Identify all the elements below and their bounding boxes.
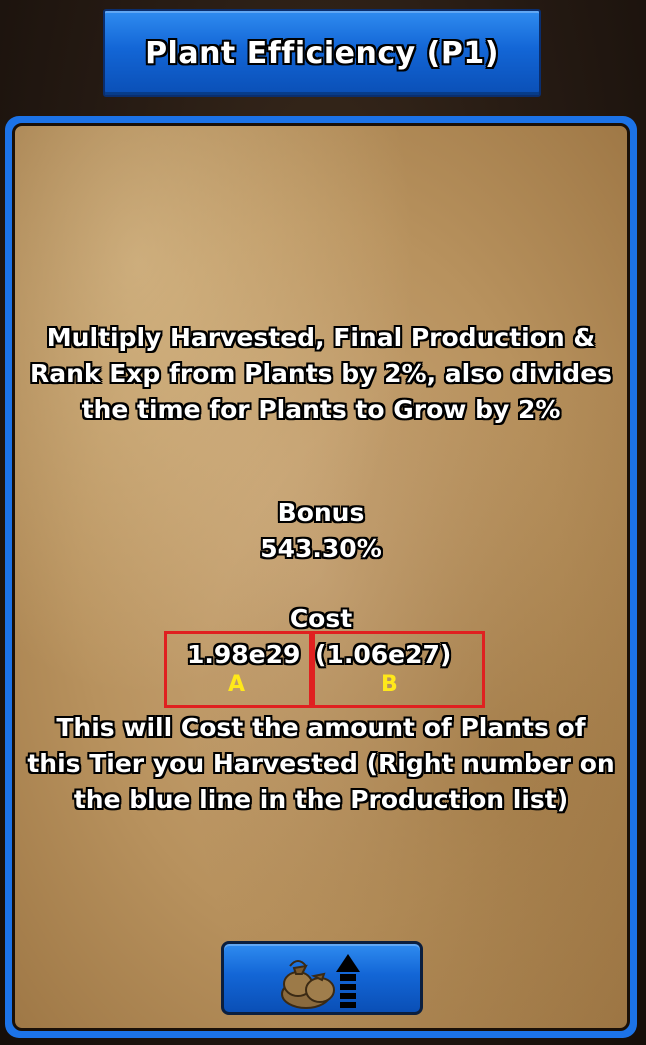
page-title: Plant Efficiency (P1) bbox=[145, 35, 499, 71]
parchment-panel: Multiply Harvested, Final Production & R… bbox=[12, 123, 630, 1031]
money-bag-upgrade-icon bbox=[281, 954, 360, 1009]
marker-a-label: A bbox=[228, 672, 246, 697]
title-button[interactable]: Plant Efficiency (P1) bbox=[103, 9, 541, 97]
cost-note: This will Cost the amount of Plants of t… bbox=[27, 713, 615, 814]
upgrade-button[interactable] bbox=[221, 941, 423, 1015]
cost-label: Cost bbox=[289, 604, 353, 633]
marker-b-label: B bbox=[381, 672, 398, 697]
upgrade-panel-frame: Multiply Harvested, Final Production & R… bbox=[5, 116, 637, 1038]
upgrade-description: Multiply Harvested, Final Production & R… bbox=[29, 323, 613, 424]
bonus-label: Bonus bbox=[277, 498, 365, 527]
money-bag-icon bbox=[281, 960, 335, 1009]
bonus-value: 543.30% bbox=[260, 534, 382, 563]
highlight-box-b bbox=[312, 631, 485, 708]
arrow-up-icon bbox=[336, 954, 360, 1008]
